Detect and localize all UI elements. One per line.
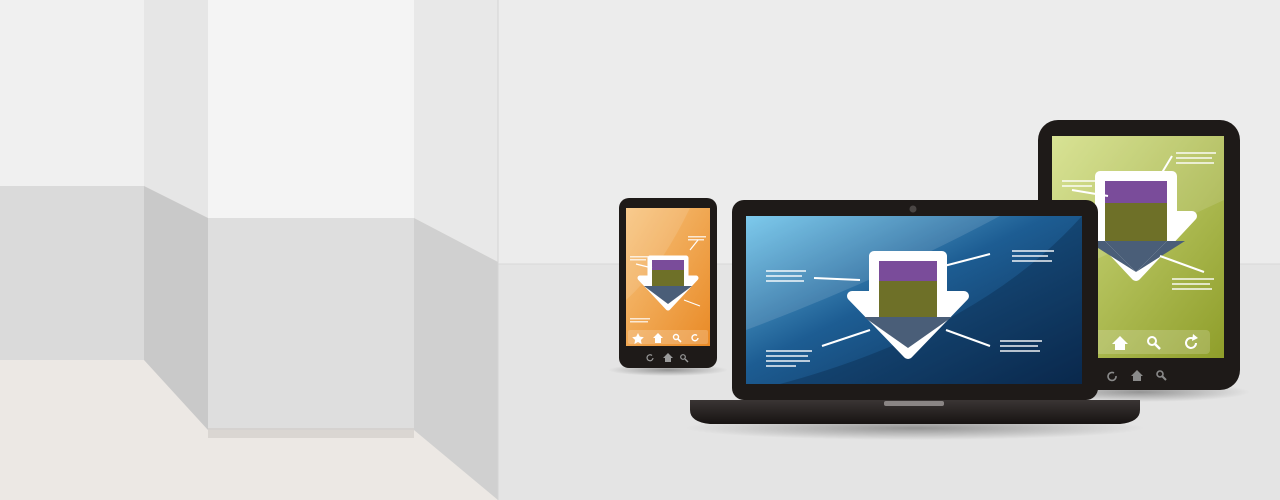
laptop-device: [685, 200, 1145, 440]
webcam: [909, 205, 917, 213]
scene-illustration: [0, 0, 1280, 500]
hero-banner: [0, 0, 1280, 500]
phone-device: [608, 198, 728, 376]
background-architecture: [0, 0, 500, 500]
laptop-hinge-notch: [884, 401, 944, 406]
